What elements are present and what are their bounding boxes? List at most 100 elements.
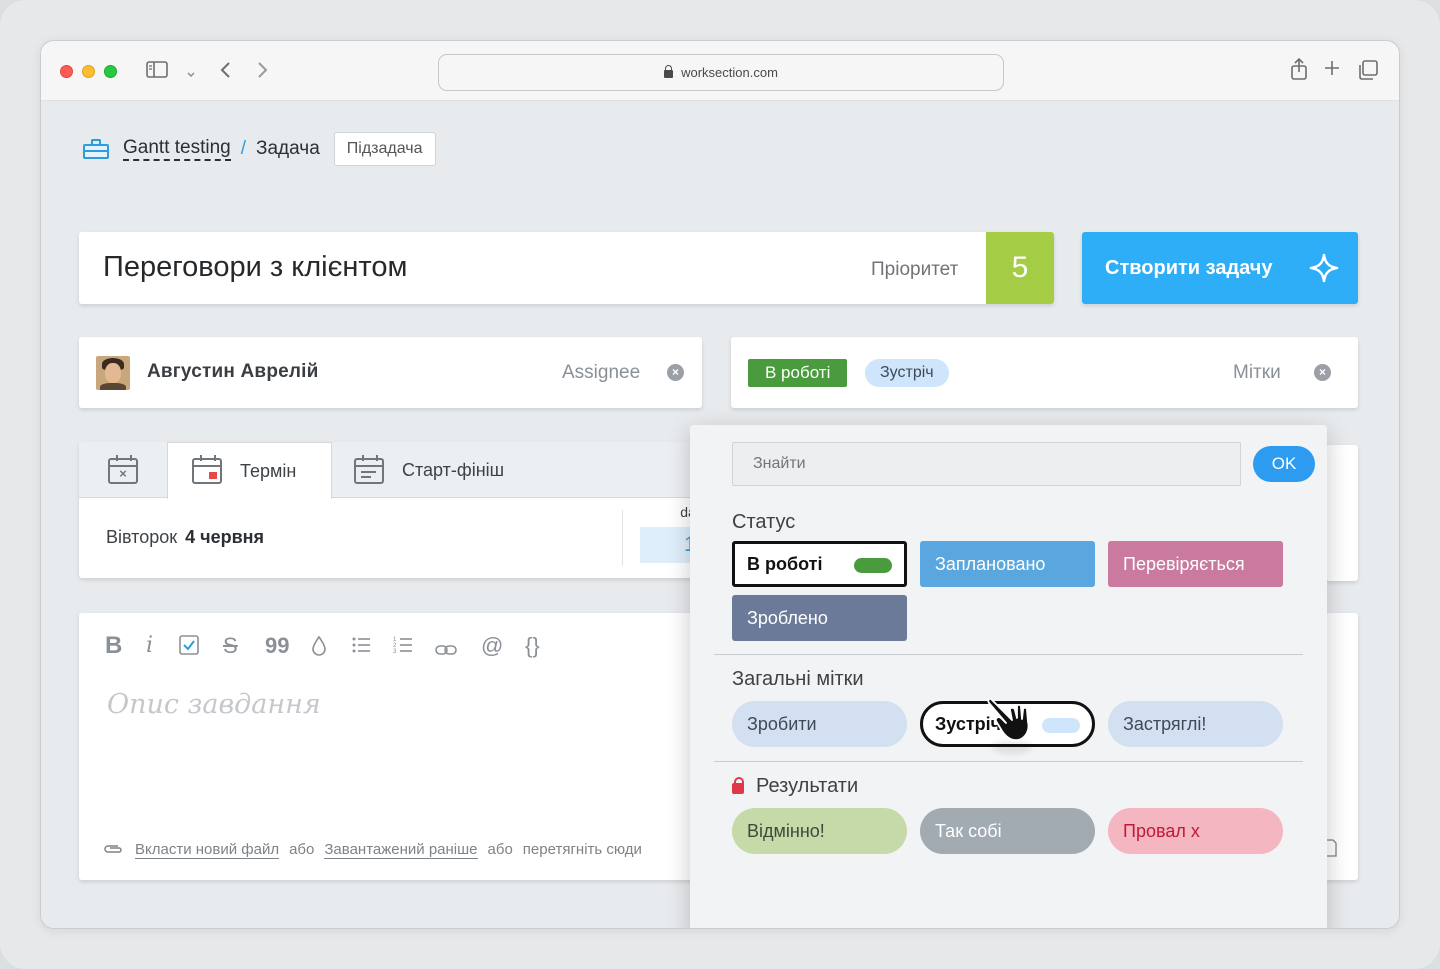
minimize-window-button[interactable] xyxy=(82,65,95,78)
priority-value[interactable]: 5 xyxy=(986,232,1054,304)
assignee-name: Августин Аврелій xyxy=(147,361,319,382)
result-option-label: Так собі xyxy=(935,820,1002,841)
color-drop-icon[interactable] xyxy=(311,635,327,663)
result-option-label: Провал x xyxy=(1123,820,1200,841)
address-bar[interactable]: worksection.com xyxy=(438,54,1004,91)
date-divider xyxy=(622,510,623,566)
chevron-down-icon[interactable] xyxy=(186,62,196,86)
date-display[interactable]: Вівторок 4 червня xyxy=(106,527,264,548)
result-option-fail[interactable]: Провал x xyxy=(1108,808,1283,854)
italic-icon[interactable]: i xyxy=(146,633,153,659)
create-task-button[interactable]: Створити задачу xyxy=(1082,232,1358,304)
lock-icon xyxy=(664,64,674,78)
date-tabs: × Термін Старт-фініш xyxy=(79,442,759,499)
drag-here-text: перетягніть сюди xyxy=(522,841,642,858)
briefcase-icon xyxy=(83,139,109,159)
link-icon[interactable] xyxy=(435,637,457,663)
tag-option-todo[interactable]: Зробити xyxy=(732,701,907,747)
ok-button[interactable]: OK xyxy=(1253,446,1315,482)
breadcrumb: Gantt testing / Задача Підзадача xyxy=(83,132,436,166)
back-arrow-icon[interactable] xyxy=(219,60,233,86)
forward-arrow-icon[interactable] xyxy=(255,60,269,86)
attach-new-file-link[interactable]: Вкласти новий файл xyxy=(135,841,280,859)
tags-dropdown: OK Статус В роботі Заплановано Перевіряє… xyxy=(690,425,1327,928)
share-icon[interactable] xyxy=(1290,57,1308,87)
result-option-so-so[interactable]: Так собі xyxy=(920,808,1095,854)
status-option-done[interactable]: Зроблено xyxy=(732,595,907,641)
browser-window: worksection.com Gantt testing / Задача П… xyxy=(40,40,1400,929)
date-value: 4 червня xyxy=(185,527,265,547)
weekday: Вівторок xyxy=(106,527,178,547)
tag-option-label: Застряглі! xyxy=(1123,713,1207,734)
clear-tags-icon[interactable]: × xyxy=(1314,364,1331,381)
subtask-button[interactable]: Підзадача xyxy=(333,132,436,166)
tab-deadline-label: Термін xyxy=(240,460,297,481)
bold-icon[interactable]: B xyxy=(105,633,122,659)
status-option-label: Перевіряється xyxy=(1123,553,1245,574)
avatar xyxy=(96,356,130,390)
priority-label: Пріоритет xyxy=(871,259,959,280)
page-content: Gantt testing / Задача Підзадача Перегов… xyxy=(41,102,1399,928)
or-text: або xyxy=(289,841,315,858)
section-divider xyxy=(714,761,1303,762)
hand-cursor-icon xyxy=(987,697,1030,742)
task-title-card: Переговори з клієнтом Пріоритет 5 xyxy=(79,232,1054,304)
assignee-card[interactable]: Августин Аврелій Assignee × xyxy=(79,337,702,408)
tag-option-stuck[interactable]: Застряглі! xyxy=(1108,701,1283,747)
clear-assignee-icon[interactable]: × xyxy=(667,364,684,381)
strikethrough-icon[interactable]: S xyxy=(223,633,238,659)
url-text: worksection.com xyxy=(681,65,778,80)
meeting-tag[interactable]: Зустріч xyxy=(865,359,949,387)
calendar-icon xyxy=(192,455,222,484)
tags-card[interactable]: В роботі Зустріч Мітки × xyxy=(731,337,1358,408)
status-option-label: Заплановано xyxy=(935,553,1046,574)
new-tab-icon[interactable] xyxy=(1323,59,1341,83)
breadcrumb-project-link[interactable]: Gantt testing xyxy=(123,137,231,161)
create-task-label: Створити задачу xyxy=(1105,256,1273,279)
section-divider xyxy=(714,654,1303,655)
checkbox-icon[interactable] xyxy=(179,635,199,661)
color-swatch xyxy=(1042,718,1080,733)
or-text-2: або xyxy=(487,841,513,858)
breadcrumb-separator: / xyxy=(240,138,247,159)
close-window-button[interactable] xyxy=(60,65,73,78)
lock-icon xyxy=(732,777,744,794)
tabs-overview-icon[interactable] xyxy=(1357,59,1379,87)
sidebar-toggle-icon[interactable] xyxy=(146,60,168,86)
uploaded-earlier-link[interactable]: Завантажений раніше xyxy=(324,841,478,859)
maximize-window-button[interactable] xyxy=(104,65,117,78)
status-option-label: Зроблено xyxy=(747,607,828,628)
status-option-review[interactable]: Перевіряється xyxy=(1108,541,1283,587)
result-option-excellent[interactable]: Відмінно! xyxy=(732,808,907,854)
attach-row: Вкласти новий файл або Завантажений рані… xyxy=(103,839,642,860)
calendar-range-icon xyxy=(354,454,384,484)
quote-icon[interactable]: 99 xyxy=(265,633,289,659)
section-status-title: Статус xyxy=(732,511,796,533)
status-option-label: В роботі xyxy=(747,553,823,574)
tags-label: Мітки xyxy=(1233,362,1281,383)
code-icon[interactable]: {} xyxy=(525,633,540,659)
status-option-planned[interactable]: Заплановано xyxy=(920,541,1095,587)
tab-start-finish-label: Старт-фініш xyxy=(402,460,505,480)
status-option-in-progress[interactable]: В роботі xyxy=(732,541,907,587)
result-option-label: Відмінно! xyxy=(747,820,825,841)
section-results: Результати xyxy=(732,775,858,798)
numbered-list-icon[interactable]: 123 xyxy=(393,635,413,661)
description-placeholder: Опис завдання xyxy=(107,689,321,720)
tab-start-finish[interactable]: Старт-фініш xyxy=(332,442,532,499)
section-general-title: Загальні мітки xyxy=(732,668,864,690)
browser-toolbar: worksection.com xyxy=(41,41,1399,101)
bullet-list-icon[interactable] xyxy=(351,635,371,661)
tag-option-label: Зробити xyxy=(747,713,817,734)
assignee-label: Assignee xyxy=(562,362,641,383)
tab-no-date[interactable]: × xyxy=(79,442,167,499)
calendar-x-icon: × xyxy=(108,454,138,484)
status-tag[interactable]: В роботі xyxy=(748,359,848,387)
tags-search-input[interactable] xyxy=(732,442,1241,486)
breadcrumb-current: Задача xyxy=(256,138,320,159)
task-title[interactable]: Переговори з клієнтом xyxy=(103,251,407,284)
mention-icon[interactable]: @ xyxy=(481,633,503,659)
sparkle-icon xyxy=(1309,253,1339,283)
tab-deadline[interactable]: Термін xyxy=(167,442,332,499)
color-swatch xyxy=(854,558,892,573)
